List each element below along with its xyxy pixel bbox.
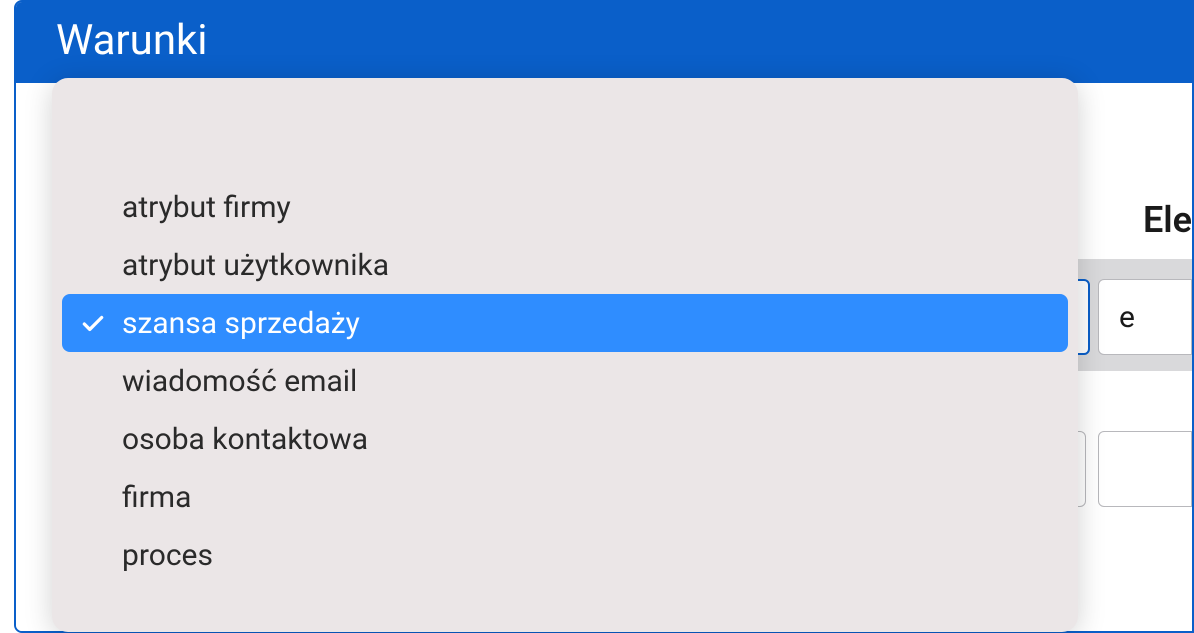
dropdown-item-label: wiadomość email [122, 364, 357, 399]
dropdown-item-atrybut-uzytkownika[interactable]: atrybut użytkownika [62, 236, 1068, 294]
panel-title: Warunki [56, 16, 208, 65]
dropdown-item-label: osoba kontaktowa [122, 422, 368, 457]
right-section-label: Ele [1143, 199, 1192, 241]
dropdown-item-label: firma [122, 480, 191, 515]
panel-header: Warunki [16, 2, 1192, 83]
check-icon [80, 310, 106, 336]
dropdown-item-label: atrybut firmy [122, 190, 291, 225]
background-select-adjacent[interactable]: e [1098, 279, 1192, 355]
dropdown-item-osoba-kontaktowa[interactable]: osoba kontaktowa [62, 410, 1068, 468]
dropdown-item-proces[interactable]: proces [62, 526, 1068, 584]
background-select-text: e [1119, 300, 1135, 335]
dropdown-item-firma[interactable]: firma [62, 468, 1068, 526]
attribute-dropdown[interactable]: atrybut firmy atrybut użytkownika szansa… [52, 78, 1078, 632]
dropdown-item-wiadomosc-email[interactable]: wiadomość email [62, 352, 1068, 410]
dropdown-item-label: atrybut użytkownika [122, 248, 389, 283]
dropdown-item-label: szansa sprzedaży [122, 306, 360, 341]
dropdown-item-szansa-sprzedazy[interactable]: szansa sprzedaży [62, 294, 1068, 352]
dropdown-item-label: proces [122, 538, 213, 573]
dropdown-item-atrybut-firmy[interactable]: atrybut firmy [62, 178, 1068, 236]
background-box-small-2[interactable] [1098, 431, 1192, 507]
